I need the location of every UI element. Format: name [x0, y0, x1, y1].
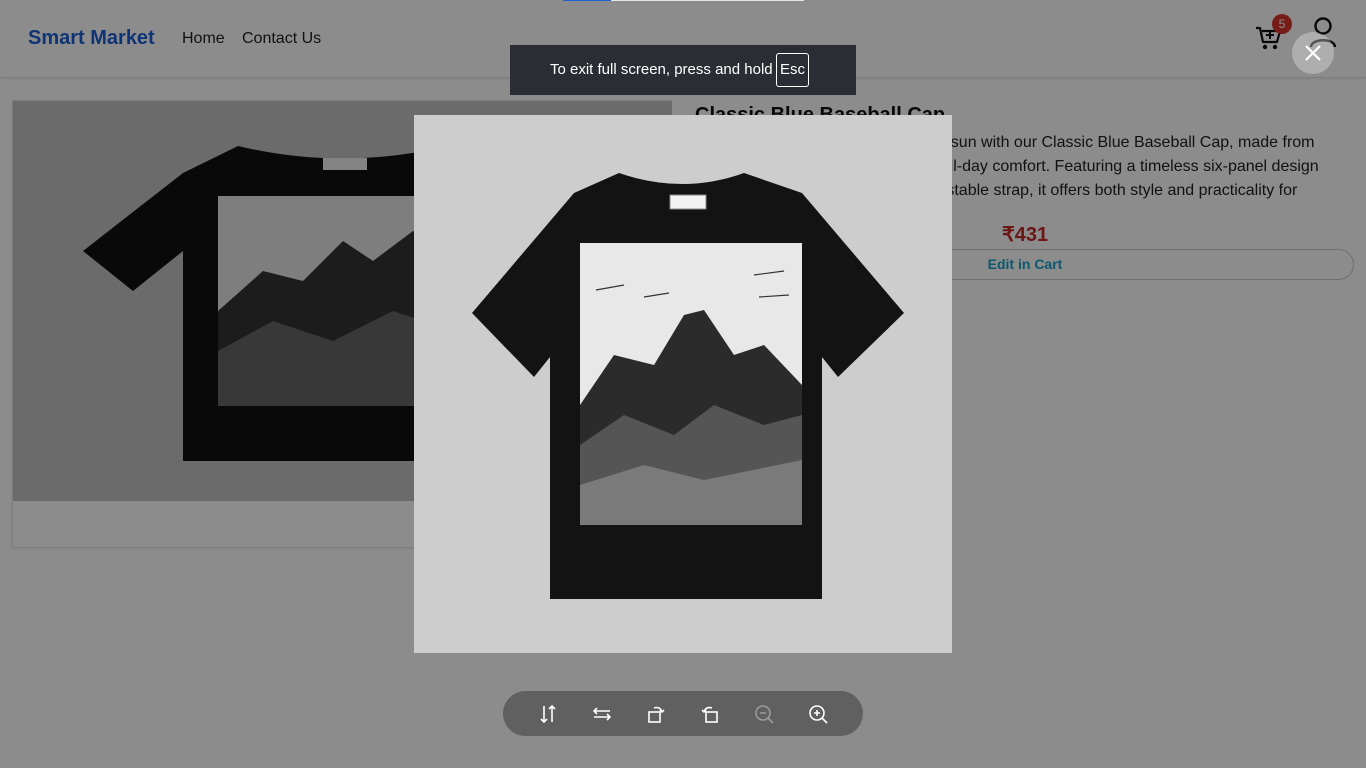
flip-vertical-icon[interactable]: [536, 702, 560, 726]
fullscreen-notice-text: To exit full screen, press and hold: [550, 61, 773, 78]
rotate-left-icon[interactable]: [644, 702, 668, 726]
fullscreen-notice: To exit full screen, press and hold Esc: [510, 45, 856, 95]
close-preview-button[interactable]: [1292, 32, 1334, 74]
rotate-right-icon[interactable]: [698, 702, 722, 726]
slide-progress-track: [563, 0, 804, 1]
preview-image[interactable]: [414, 115, 952, 653]
close-icon: [1305, 45, 1321, 61]
zoom-in-icon[interactable]: [806, 702, 830, 726]
preview-toolbar: [503, 691, 863, 736]
flip-horizontal-icon[interactable]: [590, 702, 614, 726]
esc-key-label: Esc: [776, 53, 809, 87]
slide-progress-fill: [563, 0, 612, 1]
zoom-out-icon[interactable]: [752, 702, 776, 726]
